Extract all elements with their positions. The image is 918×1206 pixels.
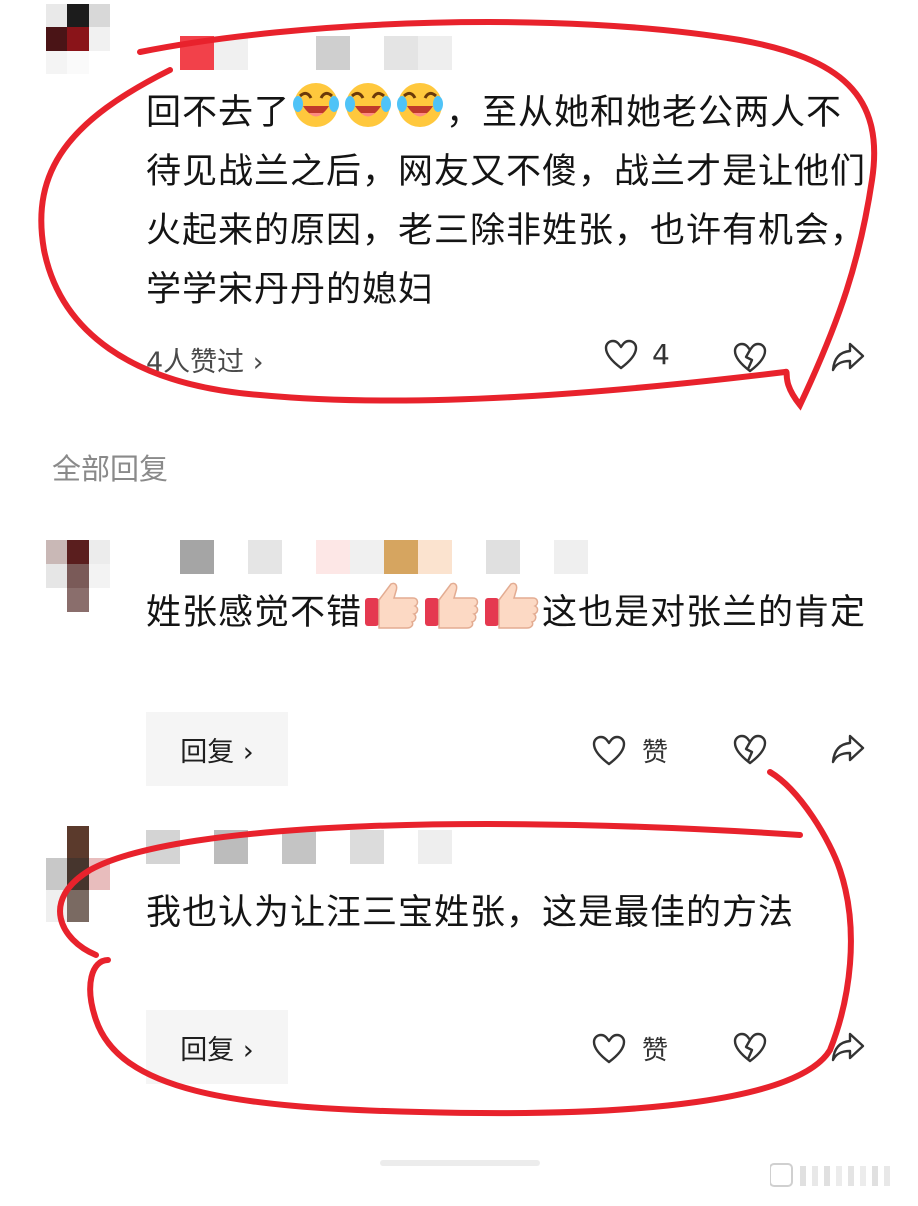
reply-item: 我也认为让汪三宝姓张，这是最佳的方法 回复 › 赞 bbox=[0, 820, 918, 1120]
share-icon[interactable] bbox=[830, 1030, 866, 1064]
thumbs-up-emoji bbox=[365, 582, 419, 629]
share-icon[interactable] bbox=[830, 732, 866, 766]
reply-text: 姓张感觉不错 这也是对张兰的肯定 bbox=[146, 580, 868, 643]
broken-heart-icon[interactable] bbox=[733, 734, 767, 766]
username-pixelated[interactable] bbox=[146, 830, 452, 864]
all-replies-header: 全部回复 bbox=[52, 452, 169, 486]
like-button[interactable]: 赞 bbox=[592, 732, 668, 769]
like-count: 4 bbox=[652, 338, 670, 371]
comment-text-part: 回不去了 bbox=[146, 93, 291, 133]
main-comment: 回不去了 ，至从她和她老公两人不待见战兰之后，网友又不傻，战兰才是让他们火起来的原… bbox=[0, 0, 918, 420]
reply-text: 我也认为让汪三宝姓张，这是最佳的方法 bbox=[146, 893, 795, 933]
reply-item: 姓张感觉不错 这也是对张兰的肯定 回复 › 赞 bbox=[0, 530, 918, 790]
share-icon[interactable] bbox=[830, 340, 866, 374]
reply-button[interactable]: 回复 › bbox=[146, 712, 288, 786]
laughing-tears-emoji bbox=[397, 83, 444, 127]
broken-heart-icon[interactable] bbox=[733, 342, 767, 374]
like-button[interactable]: 赞 bbox=[592, 1030, 668, 1067]
avatar[interactable] bbox=[46, 826, 110, 986]
watermark-logo bbox=[770, 1163, 890, 1187]
like-label: 赞 bbox=[642, 1036, 669, 1066]
thumbs-up-emoji bbox=[425, 582, 479, 629]
broken-heart-icon[interactable] bbox=[733, 1032, 767, 1064]
reply-button[interactable]: 回复 › bbox=[146, 1010, 288, 1084]
username-pixelated[interactable] bbox=[180, 540, 588, 574]
home-indicator bbox=[380, 1160, 540, 1166]
laughing-tears-emoji bbox=[293, 83, 340, 127]
like-button[interactable]: 4 bbox=[604, 338, 670, 371]
reply-text-part: 姓张感觉不错 bbox=[146, 593, 363, 633]
username-pixelated[interactable] bbox=[180, 36, 452, 70]
like-label: 赞 bbox=[642, 738, 669, 768]
laughing-tears-emoji bbox=[345, 83, 392, 127]
heart-icon bbox=[592, 735, 626, 765]
reply-text-part: 这也是对张兰的肯定 bbox=[542, 593, 867, 633]
avatar[interactable] bbox=[46, 4, 110, 74]
comment-text: 回不去了 ，至从她和她老公两人不待见战兰之后，网友又不傻，战兰才是让他们火起来的原… bbox=[146, 80, 868, 320]
heart-icon bbox=[604, 339, 638, 369]
likers-link[interactable]: 4人赞过 › bbox=[146, 340, 264, 379]
thumbs-up-emoji bbox=[485, 582, 539, 629]
avatar[interactable] bbox=[46, 540, 110, 612]
heart-icon bbox=[592, 1033, 626, 1063]
